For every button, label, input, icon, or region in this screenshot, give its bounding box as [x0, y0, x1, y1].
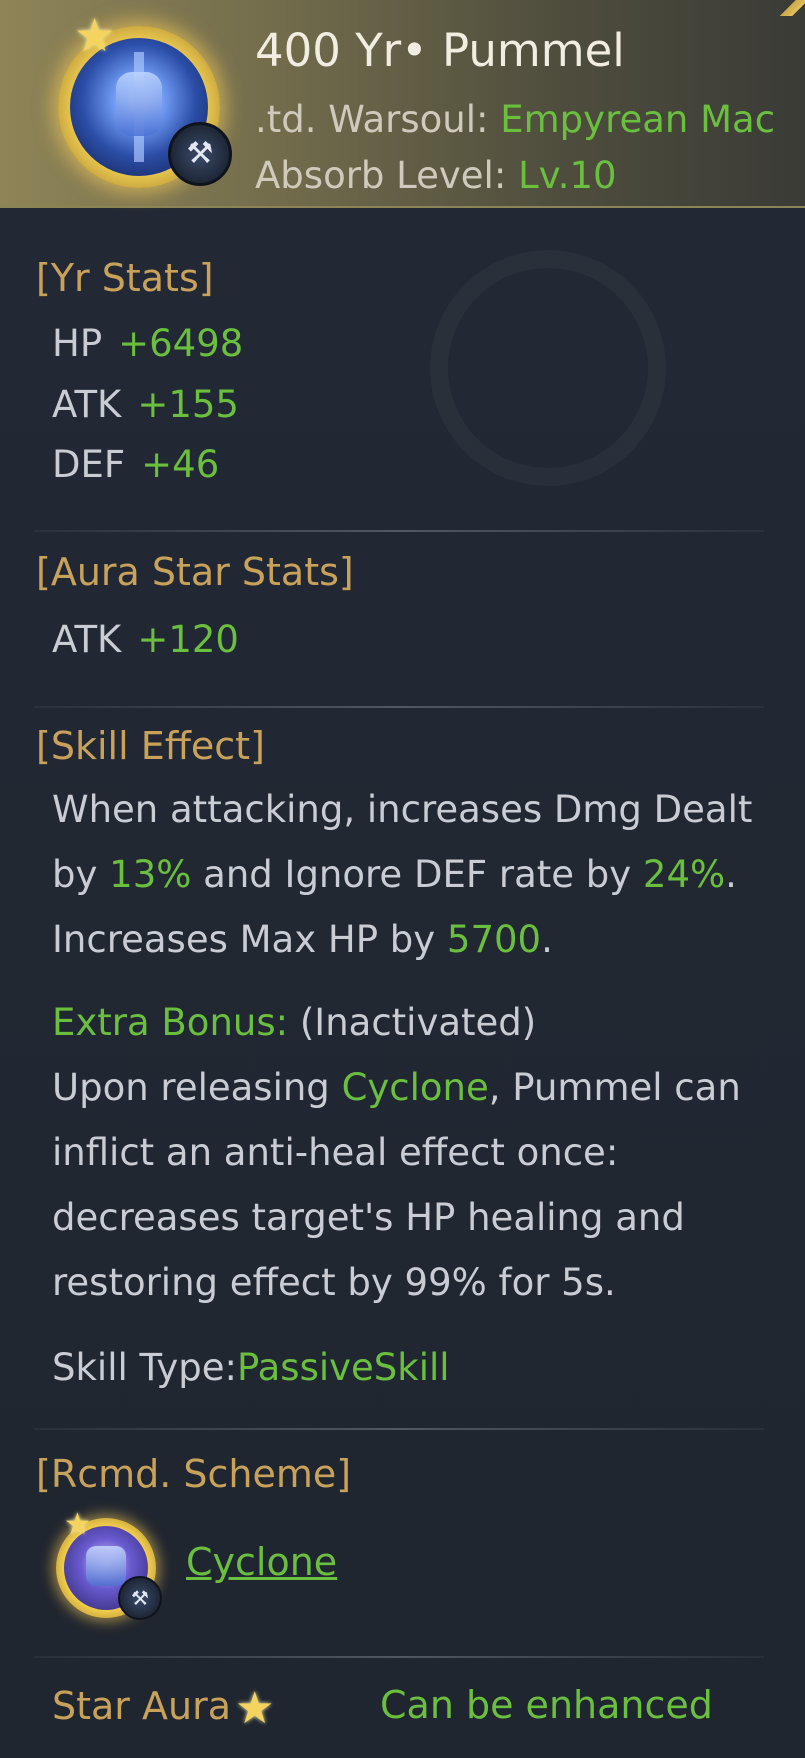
max-hp-value: 5700 — [446, 918, 542, 961]
axe-class-icon: ⚒ — [168, 122, 232, 186]
skill-text: and Ignore DEF rate by — [191, 853, 643, 896]
star-aura-text: Star Aura — [52, 1684, 231, 1728]
extra-bonus-text: Upon releasing Cyclone, Pummel can infli… — [52, 1055, 752, 1315]
absorb-level-value: Lv.10 — [518, 154, 617, 197]
ignore-def-value: 24% — [642, 853, 726, 896]
star-icon: ★ — [74, 8, 116, 62]
stat-def: DEF +46 — [52, 443, 219, 486]
skill-line: Increases Max HP by 5700. — [52, 907, 772, 972]
corner-ornament-icon — [779, 0, 805, 16]
star-icon: ★ — [235, 1683, 275, 1734]
skill-text: by — [52, 853, 110, 896]
rcmd-cyclone-link[interactable]: Cyclone — [186, 1540, 337, 1584]
extra-bonus-header: Extra Bonus: (Inactivated) — [52, 990, 752, 1055]
skill-type-label: Skill Type: — [52, 1346, 237, 1389]
skill-text: . — [725, 853, 737, 896]
skill-text: Increases Max HP by — [52, 918, 447, 961]
section-divider — [34, 1656, 764, 1658]
skill-effect-title: [Skill Effect] — [36, 724, 265, 768]
rcmd-scheme-title: [Rcmd. Scheme] — [36, 1452, 352, 1496]
stat-label: ATK — [52, 618, 122, 661]
skill-type-line: Skill Type:PassiveSkill — [52, 1346, 450, 1389]
skill-effect-description: When attacking, increases Dmg Dealt by 1… — [52, 777, 772, 972]
section-divider — [34, 706, 764, 708]
warsoul-line: .td. Warsoul: Empyrean Mac — [255, 98, 775, 141]
stat-value: +46 — [141, 443, 220, 486]
extra-skill-name: Cyclone — [341, 1066, 489, 1109]
stat-aura-atk: ATK +120 — [52, 618, 239, 661]
stat-label: DEF — [52, 443, 126, 486]
extra-bonus-label: Extra Bonus: — [52, 1001, 300, 1044]
tooltip-header: ★ ⚒ 400 Yr• Pummel .td. Warsoul: Empyrea… — [0, 0, 805, 208]
stat-value: +120 — [137, 618, 239, 661]
warsoul-value: Empyrean Mac — [500, 98, 776, 141]
stat-label: HP — [52, 322, 103, 365]
warsoul-tooltip-panel: ★ ⚒ 400 Yr• Pummel .td. Warsoul: Empyrea… — [0, 0, 805, 1758]
stat-value: +155 — [137, 383, 239, 426]
skill-line: When attacking, increases Dmg Dealt — [52, 788, 753, 831]
stat-atk: ATK +155 — [52, 383, 239, 426]
star-aura-label: Star Aura★ — [52, 1683, 274, 1731]
background-emblem-watermark — [430, 250, 666, 486]
star-icon: ★ — [64, 1507, 91, 1542]
skill-text: Upon releasing — [52, 1066, 342, 1109]
extra-bonus-status: (Inactivated) — [299, 1001, 537, 1044]
absorb-level-line: Absorb Level: Lv.10 — [255, 154, 617, 197]
skill-text: . — [541, 918, 553, 961]
extra-bonus-description: Extra Bonus: (Inactivated) Upon releasin… — [52, 990, 752, 1315]
skill-line: by 13% and Ignore DEF rate by 24%. — [52, 842, 772, 907]
axe-class-icon: ⚒ — [118, 1576, 162, 1620]
stat-value: +6498 — [118, 322, 244, 365]
warsoul-label: .td. Warsoul: — [255, 98, 501, 141]
stat-hp: HP +6498 — [52, 322, 243, 365]
yr-stats-title: [Yr Stats] — [36, 256, 214, 300]
absorb-level-label: Absorb Level: — [255, 154, 519, 197]
enhance-status: Can be enhanced — [380, 1683, 713, 1727]
stat-label: ATK — [52, 383, 122, 426]
skill-type-value: PassiveSkill — [236, 1346, 450, 1389]
section-divider — [34, 530, 764, 532]
dmg-dealt-value: 13% — [109, 853, 192, 896]
item-title: 400 Yr• Pummel — [255, 24, 625, 77]
section-divider — [34, 1428, 764, 1430]
aura-star-stats-title: [Aura Star Stats] — [36, 550, 354, 594]
